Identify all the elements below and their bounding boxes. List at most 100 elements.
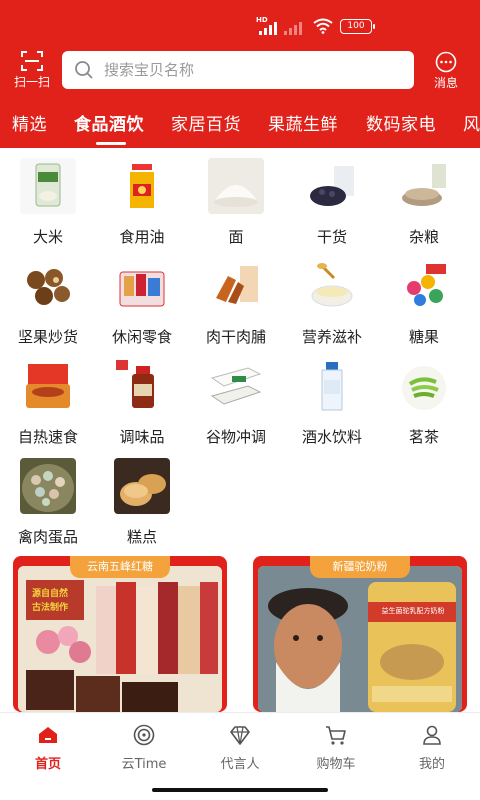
message-button[interactable]: 消息 — [426, 51, 466, 91]
category-label: 调味品 — [119, 428, 165, 446]
banner-tag: 新疆驼奶粉 — [310, 556, 410, 578]
scan-label: 扫一扫 — [13, 75, 50, 89]
category-label: 面 — [228, 228, 244, 246]
search-icon — [75, 61, 93, 79]
banner-product-text: 益生菌驼乳配方奶粉 — [381, 607, 445, 615]
nav-label: 首页 — [34, 757, 61, 772]
category-snacks[interactable]: 休闲零食 — [94, 250, 190, 350]
category-label: 食用油 — [119, 228, 165, 246]
category-rice[interactable]: 大米 — [0, 150, 96, 250]
scan-icon — [21, 51, 43, 71]
category-noodles[interactable]: 面 — [188, 150, 284, 250]
promo-banner-brown-sugar[interactable]: 云南五峰红糖 源自自然 古法制作 — [13, 556, 227, 712]
bottom-nav: 首页 云Time 代言人 购物车 我的 — [0, 712, 480, 800]
nav-label: 购物车 — [316, 757, 356, 772]
category-label: 茗茶 — [408, 428, 439, 446]
wifi-icon — [313, 18, 333, 34]
category-pastry[interactable]: 糕点 — [94, 450, 190, 550]
tab-electronics[interactable]: 数码家电 — [366, 110, 436, 135]
eggs-icon — [20, 458, 76, 514]
category-label: 坚果炒货 — [17, 328, 78, 346]
app-screen: HD 100 扫一扫 搜索宝贝名称 消息 精选 食品酒饮 家居百货 果蔬生鲜 数… — [0, 0, 480, 800]
battery-icon: 100 — [340, 19, 375, 34]
rice-bag-icon — [20, 158, 76, 214]
category-label: 休闲零食 — [111, 328, 172, 346]
tea-leaves-icon — [396, 358, 452, 414]
active-tab-indicator — [96, 142, 126, 145]
nuts-icon — [20, 258, 76, 314]
pastry-icon — [114, 458, 170, 514]
cart-icon — [326, 726, 346, 745]
signal-icon — [259, 22, 277, 35]
category-label: 糖果 — [408, 328, 439, 346]
category-nuts[interactable]: 坚果炒货 — [0, 250, 96, 350]
instant-food-icon — [20, 358, 76, 414]
category-seasoning[interactable]: 调味品 — [94, 350, 190, 450]
tab-home-goods[interactable]: 家居百货 — [171, 110, 241, 135]
home-icon — [39, 727, 57, 743]
search-bar[interactable] — [62, 51, 414, 89]
category-tabs: 精选 食品酒饮 家居百货 果蔬生鲜 数码家电 风 — [0, 104, 480, 148]
nav-label: 我的 — [418, 757, 445, 772]
search-input[interactable] — [104, 51, 404, 89]
dried-goods-icon — [304, 158, 360, 214]
diamond-icon — [230, 726, 250, 745]
nav-cloud-time[interactable]: 云Time — [96, 713, 192, 783]
category-label: 糕点 — [126, 528, 157, 546]
nav-profile[interactable]: 我的 — [384, 713, 480, 783]
tab-featured[interactable]: 精选 — [12, 110, 47, 135]
snack-basket-icon — [114, 258, 170, 314]
category-oil[interactable]: 食用油 — [94, 150, 190, 250]
category-label: 杂粮 — [408, 228, 439, 246]
signal-2-icon — [284, 22, 302, 35]
category-drinks[interactable]: 酒水饮料 — [284, 350, 380, 450]
category-cereal[interactable]: 谷物冲调 — [188, 350, 284, 450]
category-label: 谷物冲调 — [205, 428, 266, 446]
jerky-icon — [208, 258, 264, 314]
cloud-time-icon — [133, 724, 155, 746]
message-icon — [435, 51, 457, 73]
category-tea[interactable]: 茗茶 — [376, 350, 472, 450]
promo-banner-camel-milk[interactable]: 新疆驼奶粉 益生菌驼乳配方奶粉 — [253, 556, 467, 712]
nav-spokesperson[interactable]: 代言人 — [192, 713, 288, 783]
brown-sugar-image: 源自自然 古法制作 — [18, 566, 222, 712]
banner-tag: 云南五峰红糖 — [70, 556, 170, 578]
seasoning-bottle-icon — [114, 358, 170, 414]
scan-button[interactable]: 扫一扫 — [12, 51, 52, 91]
flour-icon — [208, 158, 264, 214]
battery-level: 100 — [347, 21, 365, 31]
nav-cart[interactable]: 购物车 — [288, 713, 384, 783]
grains-icon — [396, 158, 452, 214]
profile-icon — [423, 725, 441, 745]
message-label: 消息 — [433, 76, 458, 90]
category-label: 干货 — [316, 228, 347, 246]
tab-more[interactable]: 风 — [463, 110, 480, 135]
nutrition-bowl-icon — [304, 258, 360, 314]
category-grains[interactable]: 杂粮 — [376, 150, 472, 250]
category-label: 大米 — [32, 228, 63, 246]
category-label: 肉干肉脯 — [205, 328, 266, 346]
category-poultry-eggs[interactable]: 禽肉蛋品 — [0, 450, 96, 550]
candy-icon — [396, 258, 452, 314]
header: HD 100 扫一扫 搜索宝贝名称 消息 精选 食品酒饮 家居百货 果蔬生鲜 数… — [0, 0, 480, 148]
home-indicator — [152, 788, 328, 792]
banner-slogan-line1: 源自自然 — [32, 589, 69, 599]
tab-food-drink[interactable]: 食品酒饮 — [74, 110, 144, 135]
banner-slogan-line2: 古法制作 — [32, 603, 69, 613]
tab-fresh-produce[interactable]: 果蔬生鲜 — [268, 110, 338, 135]
nav-label: 云Time — [121, 757, 167, 772]
drink-bottle-icon — [304, 358, 360, 414]
category-label: 营养滋补 — [301, 328, 362, 346]
category-label: 自热速食 — [17, 428, 78, 446]
category-nutrition[interactable]: 营养滋补 — [284, 250, 380, 350]
category-label: 酒水饮料 — [301, 428, 362, 446]
cereal-box-icon — [208, 358, 264, 414]
oil-bottle-icon — [114, 158, 170, 214]
nav-home[interactable]: 首页 — [0, 713, 96, 783]
status-bar: HD 100 — [0, 0, 480, 42]
category-instant-food[interactable]: 自热速食 — [0, 350, 96, 450]
category-jerky[interactable]: 肉干肉脯 — [188, 250, 284, 350]
camel-milk-image: 益生菌驼乳配方奶粉 — [258, 566, 462, 712]
category-candy[interactable]: 糖果 — [376, 250, 472, 350]
category-dried-goods[interactable]: 干货 — [284, 150, 380, 250]
